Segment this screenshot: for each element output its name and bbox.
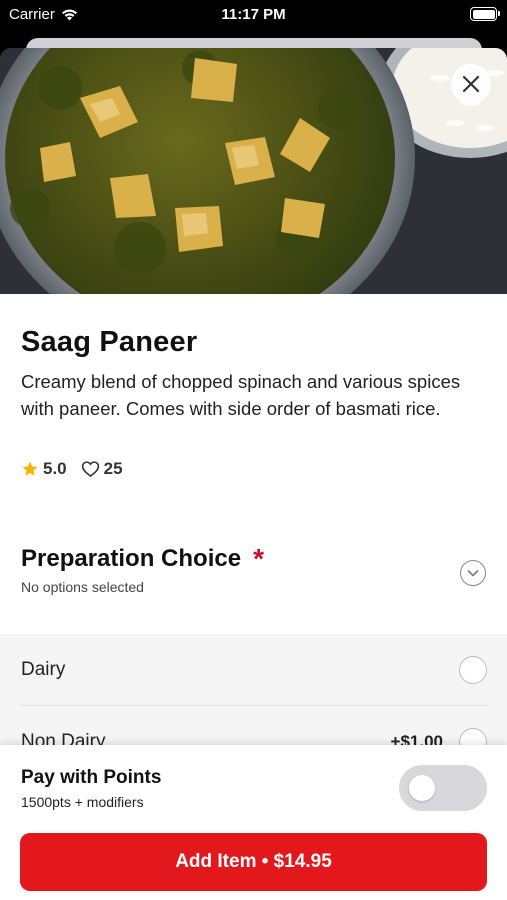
- preparation-status: No options selected: [21, 579, 144, 595]
- toggle-knob: [409, 775, 435, 801]
- chevron-down-icon: [467, 569, 479, 577]
- option-dairy[interactable]: Dairy: [21, 634, 487, 706]
- points-title: Pay with Points: [21, 767, 162, 788]
- option-radio[interactable]: [459, 655, 487, 684]
- checkout-footer: Pay with Points 1500pts + modifiers Add …: [0, 745, 507, 900]
- expand-toggle[interactable]: [460, 560, 486, 586]
- add-item-label: Add Item • $14.95: [175, 851, 332, 872]
- food-photo: [0, 48, 507, 294]
- item-meta: 5.0 25: [21, 459, 123, 479]
- clock: 11:17 PM: [221, 6, 286, 23]
- heart-icon[interactable]: [81, 460, 100, 478]
- item-description: Creamy blend of chopped spinach and vari…: [21, 371, 461, 419]
- item-title: Saag Paneer: [21, 326, 198, 358]
- rating-value: 5.0: [43, 459, 67, 478]
- required-marker: *: [253, 543, 264, 574]
- points-toggle[interactable]: [399, 765, 487, 811]
- close-button[interactable]: [451, 64, 491, 104]
- item-detail-modal: Saag Paneer Creamy blend of chopped spin…: [0, 48, 507, 900]
- preparation-section-header[interactable]: Preparation Choice * No options selected: [21, 543, 264, 596]
- close-icon: [462, 75, 480, 93]
- battery-icon: [470, 7, 500, 21]
- points-subtitle: 1500pts + modifiers: [21, 794, 144, 810]
- option-label: Dairy: [21, 658, 66, 680]
- status-bar: Carrier 11:17 PM: [0, 0, 507, 30]
- likes-count: 25: [103, 459, 123, 478]
- star-icon: [22, 461, 38, 476]
- add-item-button[interactable]: Add Item • $14.95: [20, 833, 487, 891]
- preparation-title: Preparation Choice: [21, 545, 242, 572]
